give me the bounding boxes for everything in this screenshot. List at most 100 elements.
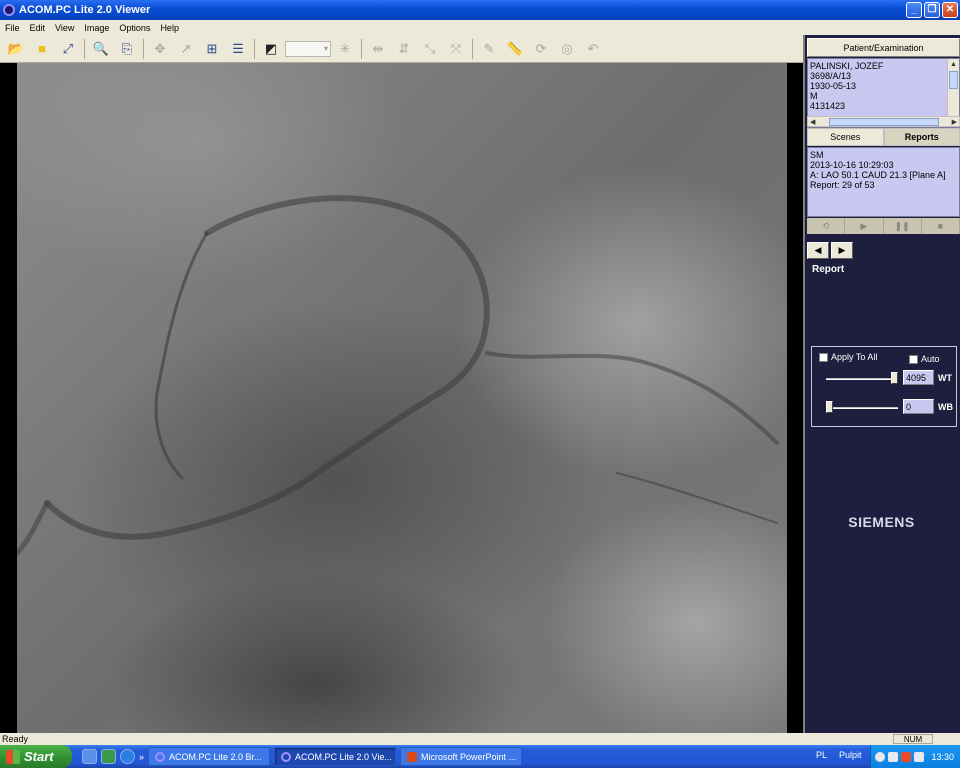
apply-to-all-checkbox[interactable]: Apply To All [819,352,877,362]
scroll-up-icon[interactable]: ▲ [948,59,959,71]
zoom-select[interactable]: ▾ [285,40,331,57]
prev-report-button[interactable]: ◀ [807,242,829,259]
fit-icon[interactable]: ⤡ [418,38,442,60]
window-title: ACOM.PC Lite 2.0 Viewer [19,4,151,16]
task-label: ACOM.PC Lite 2.0 Br... [169,751,262,762]
scroll-left-icon[interactable]: ◀ [810,118,815,126]
report-modality: SM [810,150,824,160]
checkbox-box[interactable] [909,354,918,364]
patient-info-hscrollbar[interactable]: ◀ ▶ [807,116,960,127]
tab-scenes[interactable]: Scenes [807,128,884,146]
brightness-icon[interactable]: ✳ [333,38,357,60]
wb-input[interactable]: 0 [903,399,934,414]
excel-icon[interactable] [101,749,116,764]
move-icon[interactable]: ✥ [148,38,172,60]
task-powerpoint[interactable]: Microsoft PowerPoint ... [400,747,523,766]
patient-name: PALINSKI, JOZEF [810,61,884,71]
reset-icon[interactable]: ◎ [555,38,579,60]
angiography-image[interactable] [17,63,787,733]
tab-bar: Scenes Reports [807,128,960,146]
play-icon[interactable]: ▶ [845,218,884,234]
menu-help[interactable]: Help [155,23,184,33]
stop-icon[interactable]: ■ [922,218,960,234]
wt-input[interactable]: 4095 [903,370,934,385]
checkbox-box[interactable] [819,352,828,362]
wb-slider-knob[interactable] [826,401,833,413]
folder-icon[interactable]: ■ [30,38,54,60]
menu-edit[interactable]: Edit [25,23,51,33]
desktop-icon[interactable] [82,749,97,764]
clock[interactable]: 13:30 [931,752,960,762]
menu-view[interactable]: View [50,23,79,33]
start-label: Start [24,749,54,764]
zoom-icon[interactable]: 🔍 [89,38,113,60]
toolbar: 📂 ■ ⤢ 🔍 ⎘ ✥ ↗ ⊞ ☰ ◩ ▾ ✳ ⇹ ⇵ ⤡ ⤧ ✎ 📏 ⟳ ◎ … [0,35,803,63]
wb-label: WB [938,402,953,412]
loop-icon[interactable]: ⟲ [807,218,846,234]
window-level-box: Apply To All Auto 4095 WT 0 WB [811,346,957,427]
image-viewport[interactable] [0,63,803,733]
pause-icon[interactable]: ❚❚ [884,218,922,234]
acom-icon [281,751,292,762]
undo-icon[interactable]: ↶ [581,38,605,60]
menu-options[interactable]: Options [114,23,155,33]
restore-button[interactable]: ❐ [924,2,940,18]
flip-vertical-icon[interactable]: ⇵ [392,38,416,60]
list-icon[interactable]: ☰ [226,38,250,60]
menu-image[interactable]: Image [79,23,114,33]
export-icon[interactable]: ⎘ [115,38,139,60]
tray-chevron-icon[interactable] [875,751,885,762]
status-bar: Ready NUM [0,733,960,745]
minimize-button[interactable]: _ [906,2,922,18]
close-button[interactable]: ✕ [942,2,958,18]
scroll-right-icon[interactable]: ▶ [952,118,957,126]
menu-file[interactable]: File [0,23,25,33]
rotate-icon[interactable]: ⟳ [529,38,553,60]
volume-icon[interactable] [914,751,924,762]
patient-number: 4131423 [810,101,846,111]
resize-icon[interactable]: ⤧ [444,38,468,60]
patient-examination-header[interactable]: Patient/Examination [807,38,960,57]
taskbar: Start » ACOM.PC Lite 2.0 Br... ACOM.PC L… [0,745,960,768]
menu-bar: File Edit View Image Options Help [0,20,960,35]
network-icon[interactable] [888,751,898,762]
auto-checkbox[interactable]: Auto [909,354,940,364]
report-label: Report [812,264,845,275]
wt-slider[interactable] [826,372,898,384]
arrow-icon[interactable]: ↗ [174,38,198,60]
start-button[interactable]: Start [0,745,72,768]
report-datetime: 2013-10-16 10:29:03 [810,160,894,170]
language-indicator[interactable]: PL [816,750,827,760]
task-acom-browser[interactable]: ACOM.PC Lite 2.0 Br... [148,747,271,766]
wt-slider-knob[interactable] [891,372,898,384]
language-bar[interactable]: PL Pulpit [816,750,862,760]
system-tray: 13:30 [870,745,960,768]
acom-icon [155,751,166,762]
tab-reports[interactable]: Reports [883,128,960,146]
scroll-thumb[interactable] [949,71,958,89]
ruler-icon[interactable]: 📏 [503,38,527,60]
siemens-logo: SIEMENS [848,514,915,530]
wb-slider[interactable] [826,401,898,413]
report-angle: A: LAO 50.1 CAUD 21.3 [Plane A] [810,170,946,180]
task-label: Microsoft PowerPoint ... [421,751,517,762]
measure-icon[interactable]: ⤢ [56,38,80,60]
annotate-icon[interactable]: ✎ [477,38,501,60]
app-icon [3,4,15,16]
chevron-down-icon: ▾ [323,44,328,53]
report-nav: ◀ ▶ [807,242,853,259]
task-acom-viewer[interactable]: ACOM.PC Lite 2.0 Vie... [274,747,397,766]
security-icon[interactable] [901,751,911,762]
patient-sex: M [810,91,818,101]
quick-launch: » [82,749,144,764]
next-report-button[interactable]: ▶ [831,242,853,259]
hscroll-thumb[interactable] [828,117,939,126]
desktop-toolbar[interactable]: Pulpit [839,750,862,760]
open-folder-icon[interactable]: 📂 [4,38,28,60]
ie-icon[interactable] [120,749,135,764]
report-info: SM 2013-10-16 10:29:03 A: LAO 50.1 CAUD … [807,147,960,217]
window-level-icon[interactable]: ◩ [259,38,283,60]
layout-grid-icon[interactable]: ⊞ [200,38,224,60]
chevron-right-icon[interactable]: » [139,752,144,762]
flip-horizontal-icon[interactable]: ⇹ [366,38,390,60]
